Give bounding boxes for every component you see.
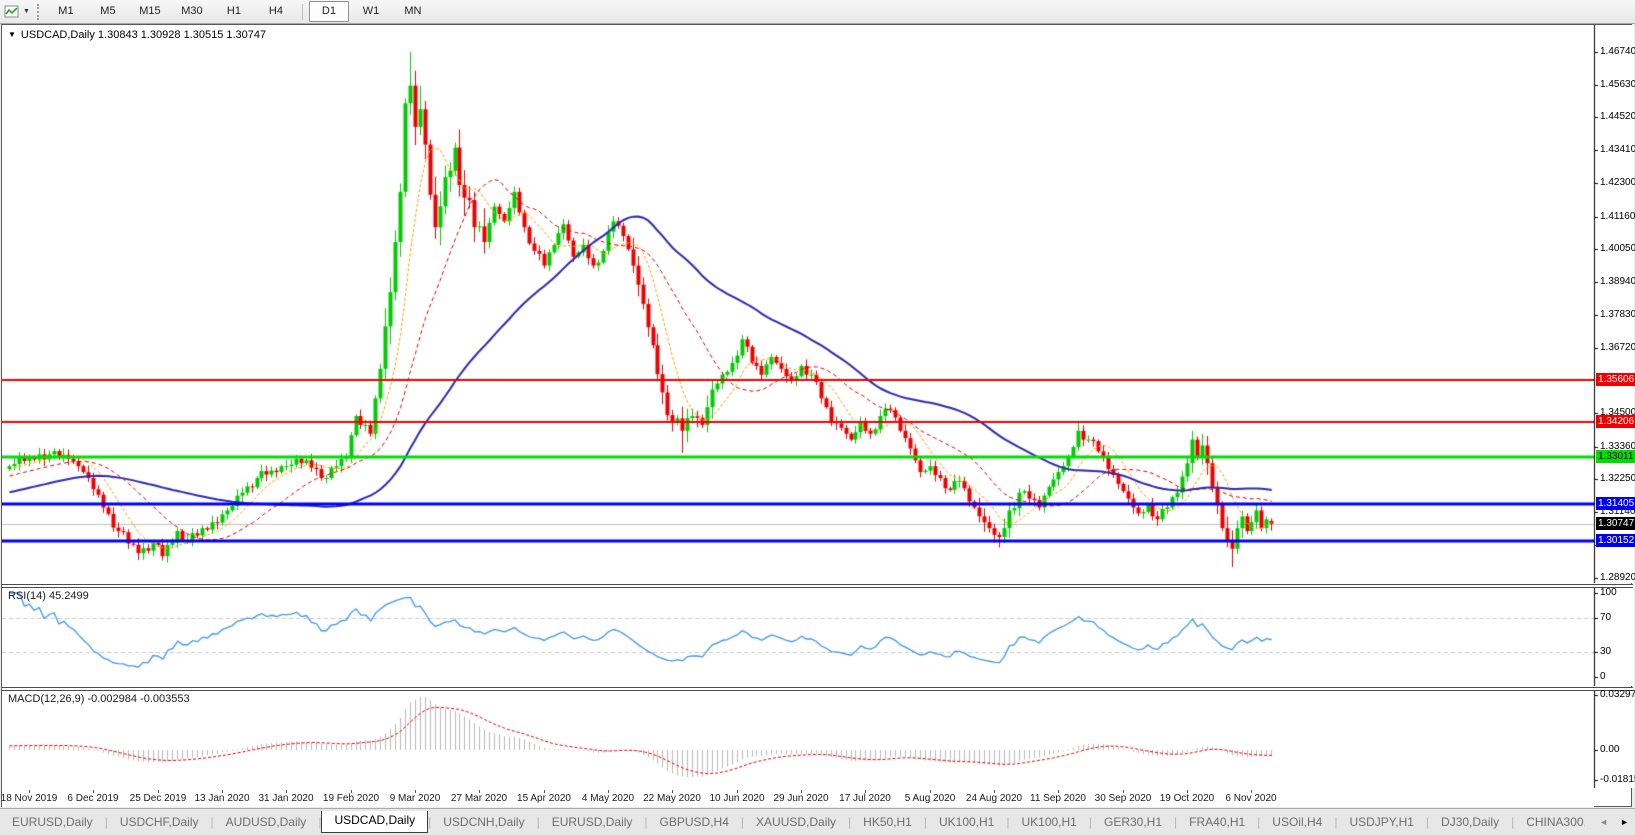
price-axis-tick: 1.40050 bbox=[1600, 243, 1635, 254]
rsi-axis-tick: 70 bbox=[1600, 612, 1611, 623]
rsi-canvas[interactable] bbox=[2, 587, 1634, 686]
chart-tab-ger30-h1[interactable]: GER30,H1 bbox=[1092, 812, 1174, 832]
macd-axis-tick: 0.00 bbox=[1600, 744, 1619, 755]
timeframe-button-m1[interactable]: M1 bbox=[46, 1, 86, 22]
chart-tab-eurusd-daily[interactable]: EURUSD,Daily bbox=[540, 812, 645, 832]
rsi-axis-tick: 0 bbox=[1600, 671, 1606, 682]
chart-tab-china300-h1[interactable]: CHINA300,H1 bbox=[1514, 812, 1585, 832]
macd-canvas[interactable] bbox=[2, 690, 1634, 788]
chart-tab-dj30-daily[interactable]: DJ30,Daily bbox=[1429, 812, 1511, 832]
price-axis-tick: 1.28920 bbox=[1600, 572, 1635, 583]
tabs-scroll-left-button[interactable]: ◄ bbox=[1593, 817, 1614, 827]
chart-tab-audusd-daily[interactable]: AUDUSD,Daily bbox=[214, 812, 319, 832]
chart-tab-bar: EURUSD,Daily|USDCHF,Daily|AUDUSD,Daily|U… bbox=[0, 808, 1635, 835]
panel-separator[interactable] bbox=[2, 687, 1633, 691]
chart-tab-uk100-h1[interactable]: UK100,H1 bbox=[927, 812, 1006, 832]
price-line-badge: 1.33011 bbox=[1596, 450, 1635, 463]
chart-tab-usoil-h4[interactable]: USOil,H4 bbox=[1260, 812, 1334, 832]
timeframe-button-h4[interactable]: H4 bbox=[256, 1, 296, 22]
chart-title: ▼ USDCAD,Daily 1.30843 1.30928 1.30515 1.… bbox=[8, 29, 266, 41]
chevron-down-icon: ▼ bbox=[23, 8, 30, 15]
price-axis-tick: 1.32250 bbox=[1600, 473, 1635, 484]
tab-scroll-controls: ◄ ► bbox=[1593, 817, 1635, 827]
timeframe-button-h1[interactable]: H1 bbox=[214, 1, 254, 22]
rsi-axis-tick: 100 bbox=[1600, 587, 1617, 598]
top-toolbar: ▼ M1M5M15M30H1H4 D1W1MN bbox=[0, 0, 1635, 24]
price-axis-tick: 1.44520 bbox=[1600, 111, 1635, 122]
price-axis-tick: 1.42300 bbox=[1600, 177, 1635, 188]
chart-tab-uk100-h1[interactable]: UK100,H1 bbox=[1009, 812, 1088, 832]
indicators-button[interactable]: ▼ bbox=[1, 2, 33, 22]
toolbar-separator bbox=[302, 4, 303, 20]
rsi-label: RSI(14) 45.2499 bbox=[8, 590, 89, 602]
price-axis-tick: 1.38940 bbox=[1600, 276, 1635, 287]
toolbar-grip bbox=[37, 4, 39, 20]
timeframe-buttons: M1M5M15M30H1H4 D1W1MN bbox=[45, 1, 434, 22]
timeframe-button-m30[interactable]: M30 bbox=[172, 1, 212, 22]
price-axis-tick: 1.43410 bbox=[1600, 144, 1635, 155]
rsi-axis-tick: 30 bbox=[1600, 646, 1611, 657]
timeframe-button-w1[interactable]: W1 bbox=[351, 1, 391, 22]
chart-title-text: USDCAD,Daily 1.30843 1.30928 1.30515 1.3… bbox=[21, 29, 266, 41]
chart-tab-xauusd-daily[interactable]: XAUUSD,Daily bbox=[744, 812, 848, 832]
price-axis-tick: 1.36720 bbox=[1600, 342, 1635, 353]
panel-separator[interactable] bbox=[2, 584, 1633, 588]
timeframe-button-m5[interactable]: M5 bbox=[88, 1, 128, 22]
price-line-badge: 1.31405 bbox=[1596, 497, 1635, 510]
price-line-badge: 1.35606 bbox=[1596, 373, 1635, 386]
chart-tab-usdcnh-daily[interactable]: USDCNH,Daily bbox=[431, 812, 536, 832]
chart-tab-hk50-h1[interactable]: HK50,H1 bbox=[851, 812, 924, 832]
price-line-badge: 1.30152 bbox=[1596, 534, 1635, 547]
price-axis-tick: 1.45630 bbox=[1600, 79, 1635, 90]
price-axis-tick: 1.37830 bbox=[1600, 309, 1635, 320]
timeframe-button-m15[interactable]: M15 bbox=[130, 1, 170, 22]
price-line-badge: 1.34206 bbox=[1596, 415, 1635, 428]
main-chart-canvas[interactable] bbox=[2, 25, 1634, 583]
price-axis-tick: 1.46740 bbox=[1600, 46, 1635, 57]
chart-tab-fra40-h1[interactable]: FRA40,H1 bbox=[1177, 812, 1257, 832]
indicators-icon bbox=[4, 4, 20, 19]
tabs-scroll-right-button[interactable]: ► bbox=[1614, 817, 1635, 827]
time-axis[interactable]: 18 Nov 20196 Dec 201925 Dec 201913 Jan 2… bbox=[2, 790, 1594, 807]
chart-tab-usdjpy-h1[interactable]: USDJPY,H1 bbox=[1337, 812, 1425, 832]
price-axis-tick: 1.41160 bbox=[1600, 211, 1635, 222]
current-price-badge: 1.30747 bbox=[1596, 517, 1635, 530]
macd-label: MACD(12,26,9) -0.002984 -0.003553 bbox=[8, 693, 190, 705]
chart-tab-eurusd-daily[interactable]: EURUSD,Daily bbox=[0, 812, 105, 832]
chart-tab-gbpusd-h4[interactable]: GBPUSD,H4 bbox=[648, 812, 741, 832]
date-axis-label: 6 Nov 2020 bbox=[1211, 793, 1291, 804]
chart-tab-usdcad-daily[interactable]: USDCAD,Daily bbox=[321, 811, 428, 833]
timeframe-button-d1[interactable]: D1 bbox=[309, 1, 349, 22]
macd-axis-tick: -0.01815 bbox=[1600, 774, 1635, 785]
timeframe-button-mn[interactable]: MN bbox=[393, 1, 433, 22]
collapse-caret-icon[interactable]: ▼ bbox=[8, 30, 16, 39]
chart-tab-usdchf-daily[interactable]: USDCHF,Daily bbox=[108, 812, 211, 832]
macd-axis-tick: 0.032972 bbox=[1600, 689, 1635, 700]
